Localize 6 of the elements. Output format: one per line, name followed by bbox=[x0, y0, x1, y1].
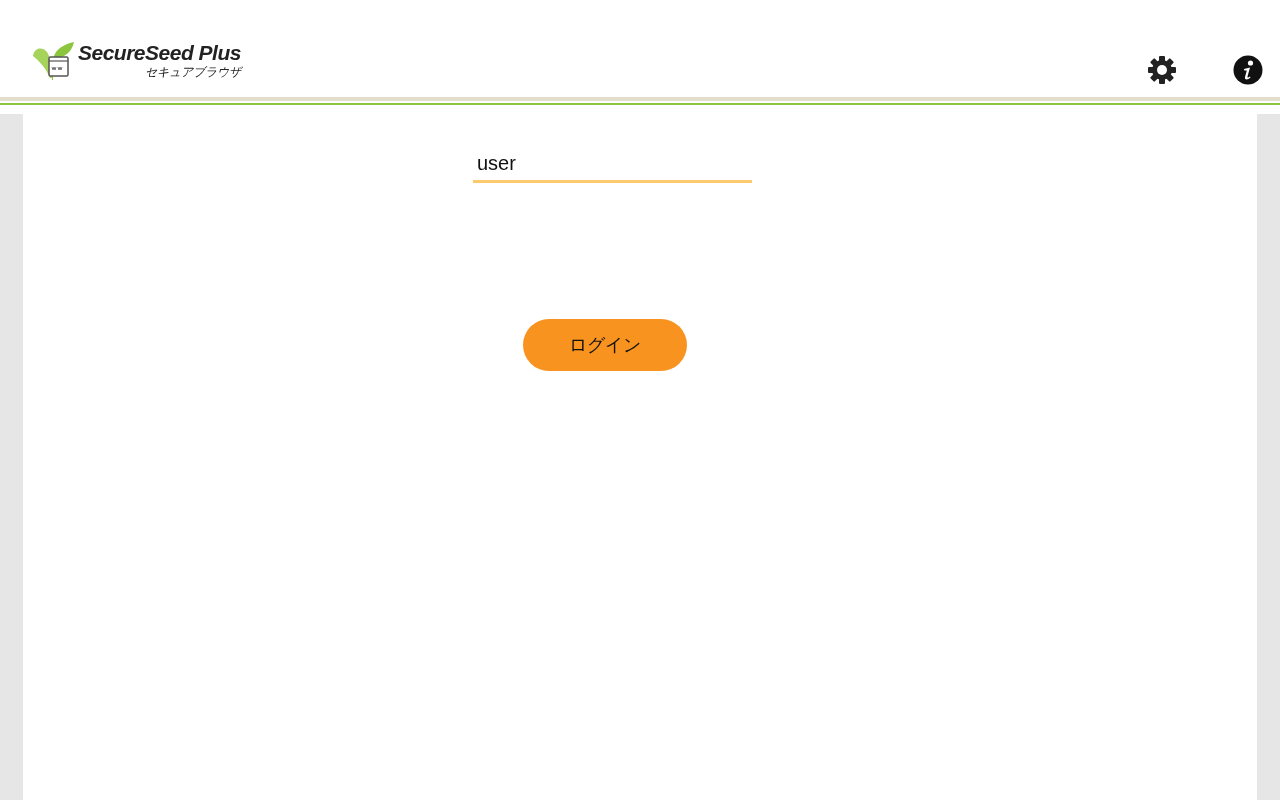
logo-name: SecureSeed Plus bbox=[78, 42, 241, 64]
settings-icon[interactable] bbox=[1147, 55, 1177, 85]
info-icon[interactable] bbox=[1233, 55, 1263, 85]
login-button[interactable]: ログイン bbox=[523, 319, 687, 371]
logo-subtitle: セキュアブラウザ bbox=[144, 64, 241, 80]
sprout-browser-icon bbox=[32, 40, 76, 80]
